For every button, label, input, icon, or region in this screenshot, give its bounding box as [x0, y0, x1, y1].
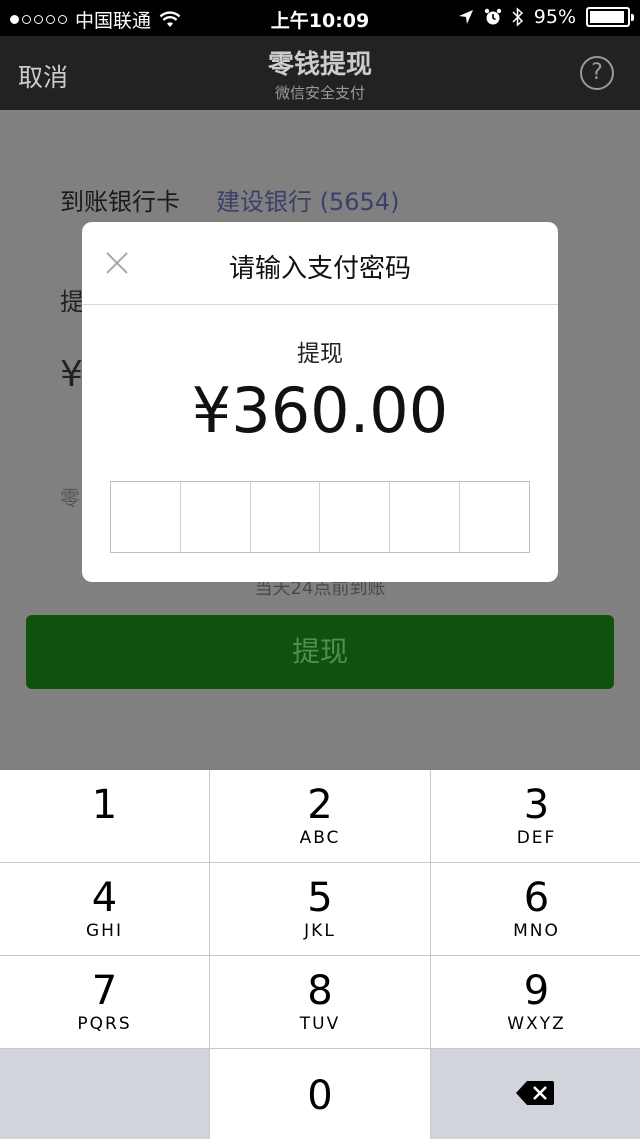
pin-cell[interactable] [181, 482, 251, 552]
alarm-icon [484, 8, 501, 25]
key-3[interactable]: 3 DEF [431, 770, 640, 862]
status-right: 95% [458, 6, 634, 28]
pin-cell[interactable] [320, 482, 391, 552]
withdraw-button[interactable]: 提现 [26, 615, 614, 689]
dialog-title: 请输入支付密码 [228, 254, 411, 284]
password-input[interactable] [110, 481, 530, 553]
key-6[interactable]: 6 MNO [431, 863, 640, 955]
balance-text: 零 [60, 486, 80, 510]
bank-card-label: 到账银行卡 [60, 188, 180, 216]
battery-icon [586, 7, 634, 27]
key-empty [0, 1049, 209, 1139]
bank-card-value: 建设银行 (5654) [216, 188, 400, 216]
key-5[interactable]: 5 JKL [210, 863, 430, 955]
numeric-keypad: 1 2 ABC 3 DEF 4 GHI 5 JKL 6 MNO 7 PQRS 8 TUV 9W… [0, 770, 640, 1139]
backspace-icon [516, 1081, 554, 1105]
delete-key[interactable] [431, 1049, 640, 1139]
key-1[interactable]: 1 [0, 770, 209, 862]
dialog-amount: ¥360.00 [191, 374, 449, 447]
amount-currency: ¥ [60, 354, 83, 395]
pin-cell[interactable] [460, 482, 529, 552]
location-arrow-icon [458, 10, 473, 24]
key-4[interactable]: 4 GHI [0, 863, 209, 955]
nav-bar: 取消 零钱提现 微信安全支付 ? [0, 36, 640, 110]
pin-cell[interactable] [390, 482, 461, 552]
page-title: 零钱提现 [267, 50, 372, 80]
status-bar: 中国联通 上午10:09 95% [0, 0, 640, 36]
amount-label: 提 [60, 288, 84, 316]
key-8[interactable]: 8 TUV [210, 956, 430, 1048]
bluetooth-icon [512, 7, 523, 27]
help-icon: ? [591, 60, 603, 85]
bank-card-row[interactable]: 到账银行卡 建设银行 (5654) [60, 182, 399, 217]
pin-cell[interactable] [111, 482, 181, 552]
key-9[interactable]: 9 WXYZ [431, 956, 640, 1048]
dialog-divider [82, 304, 558, 305]
help-button[interactable]: ? [580, 56, 614, 90]
page-subtitle: 微信安全支付 [274, 84, 365, 102]
dialog-label: 提现 [297, 341, 343, 367]
pin-cell[interactable] [251, 482, 321, 552]
key-7[interactable]: 7 PQRS [0, 956, 209, 1048]
key-0[interactable]: 0 [210, 1049, 430, 1139]
password-dialog: 请输入支付密码 提现 ¥360.00 [82, 222, 558, 582]
battery-percent: 95% [533, 6, 576, 28]
key-2[interactable]: 2 ABC [210, 770, 430, 862]
